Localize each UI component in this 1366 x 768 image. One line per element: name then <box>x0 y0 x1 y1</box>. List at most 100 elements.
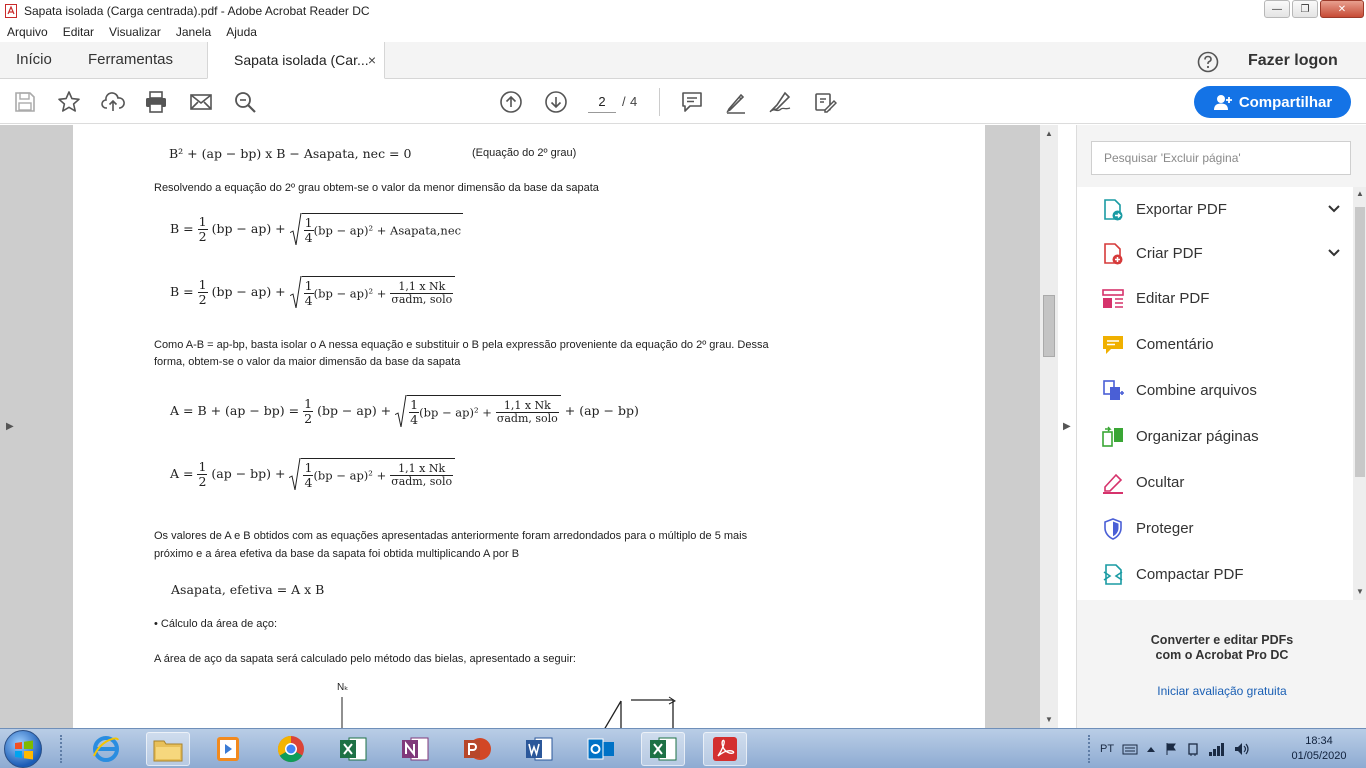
system-tray: PT <box>1100 729 1250 768</box>
star-icon[interactable] <box>57 90 81 114</box>
frac-den: 4 <box>304 230 313 246</box>
scroll-up-icon[interactable]: ▲ <box>1356 189 1364 198</box>
add-user-icon <box>1213 95 1232 110</box>
print-icon[interactable] <box>144 90 168 114</box>
promo-line-1: Converter e editar PDFs <box>1150 633 1294 647</box>
tool-proteger[interactable]: Proteger <box>1077 509 1353 549</box>
network-icon[interactable] <box>1208 742 1226 756</box>
login-button[interactable]: Fazer logon <box>1248 52 1338 70</box>
start-button[interactable] <box>4 730 42 768</box>
menu-ajuda[interactable]: Ajuda <box>219 25 265 39</box>
volume-icon[interactable] <box>1234 742 1250 756</box>
onenote-icon[interactable] <box>393 732 437 766</box>
eq-term: (bp − ap)² + Asapata,nec <box>313 223 462 238</box>
tool-combine-arquivos[interactable]: Combine arquivos <box>1077 371 1353 411</box>
scroll-up-icon[interactable]: ▲ <box>1045 129 1053 138</box>
arrow-down-icon[interactable] <box>544 90 568 114</box>
fraction: 12 <box>303 395 314 427</box>
frac-den: σadm, solo <box>496 412 558 426</box>
upload-icon[interactable] <box>101 90 125 114</box>
arrow-up-icon[interactable] <box>499 90 523 114</box>
tab-home[interactable]: Início <box>16 51 52 68</box>
document-viewport[interactable]: ▶ B² + (ap − bp) x B − Asapata, nec = 0 … <box>0 125 1058 728</box>
eq-term: (bp − ap)² + <box>313 286 387 301</box>
internet-explorer-icon[interactable] <box>84 732 128 766</box>
edit-icon[interactable] <box>813 90 837 114</box>
menu-bar: Arquivo Editar Visualizar Janela Ajuda <box>0 22 1366 42</box>
frac-den: 4 <box>410 412 419 428</box>
language-indicator[interactable]: PT <box>1100 743 1114 755</box>
close-tab-icon[interactable]: × <box>368 52 376 68</box>
chevron-down-icon[interactable] <box>1327 246 1341 260</box>
clock[interactable]: 18:34 01/05/2020 <box>1288 734 1350 764</box>
chevron-down-icon[interactable] <box>1327 202 1341 216</box>
tool-ocultar[interactable]: Ocultar <box>1077 463 1353 503</box>
redact-icon <box>1103 473 1123 494</box>
square-root: 1 4 (bp − ap)² + 1,1 x Nk σadm, solo <box>289 458 456 491</box>
document-scrollbar[interactable]: ▲ ▼ <box>1040 125 1058 728</box>
create-pdf-icon <box>1104 243 1123 265</box>
tab-tools[interactable]: Ferramentas <box>88 51 173 68</box>
file-explorer-icon[interactable] <box>146 732 190 766</box>
maximize-button[interactable]: ❐ <box>1292 0 1318 18</box>
tool-editar-pdf[interactable]: Editar PDF <box>1077 279 1353 319</box>
eq-term: (ap − bp) + <box>211 465 286 481</box>
frac-num: 1,1 x Nk <box>390 462 454 477</box>
show-hidden-icons-icon[interactable] <box>1146 745 1156 753</box>
free-trial-link[interactable]: Iniciar avaliação gratuita <box>1077 684 1366 698</box>
device-icon[interactable] <box>1186 742 1200 756</box>
menu-arquivo[interactable]: Arquivo <box>0 25 56 39</box>
collapse-right-pane-icon[interactable]: ▶ <box>1063 421 1071 432</box>
minimize-button[interactable]: — <box>1264 0 1290 18</box>
collapse-left-pane-icon[interactable]: ▶ <box>6 421 14 432</box>
zoom-icon[interactable] <box>233 90 257 114</box>
equation-b-2: B = 12 (bp − ap) + 1 4 (bp − ap)² + 1,1 x … <box>170 276 456 309</box>
tool-criar-pdf[interactable]: Criar PDF <box>1077 234 1353 274</box>
menu-janela[interactable]: Janela <box>169 25 219 39</box>
share-button-label: Compartilhar <box>1238 93 1333 111</box>
windows-logo-icon <box>15 740 33 760</box>
eq-term: (bp − ap)² + <box>313 468 387 483</box>
scroll-down-icon[interactable]: ▼ <box>1356 587 1364 596</box>
taskbar-separator <box>1088 735 1092 763</box>
keyboard-icon[interactable] <box>1122 743 1138 755</box>
tab-document[interactable]: Sapata isolada (Car... × <box>207 42 385 79</box>
tool-organizar-paginas[interactable]: Organizar páginas <box>1077 417 1353 457</box>
tool-exportar-pdf[interactable]: Exportar PDF <box>1077 190 1353 230</box>
acrobat-icon[interactable] <box>703 732 747 766</box>
share-button[interactable]: Compartilhar <box>1194 86 1351 118</box>
action-center-flag-icon[interactable] <box>1164 742 1178 756</box>
comment-icon <box>1103 336 1123 354</box>
paragraph-4: A área de aço da sapata será calculado p… <box>154 653 576 665</box>
export-pdf-icon <box>1104 199 1123 221</box>
scrollbar-thumb[interactable] <box>1355 207 1365 477</box>
save-icon[interactable] <box>13 90 37 114</box>
fraction: 14 <box>303 278 314 309</box>
media-player-icon[interactable] <box>206 732 250 766</box>
menu-visualizar[interactable]: Visualizar <box>102 25 169 39</box>
chrome-icon[interactable] <box>269 732 313 766</box>
email-icon[interactable] <box>189 90 213 114</box>
tools-scrollbar[interactable]: ▲ ▼ <box>1353 187 1366 600</box>
powerpoint-icon[interactable] <box>455 732 499 766</box>
radical-sign <box>395 395 408 428</box>
fraction: 14 <box>303 460 314 491</box>
tools-search-input[interactable]: Pesquisar 'Excluir página' <box>1091 141 1351 175</box>
tool-compactar-pdf[interactable]: Compactar PDF <box>1077 555 1353 595</box>
toolbar-divider <box>659 88 660 116</box>
outlook-icon[interactable] <box>579 732 623 766</box>
comment-icon[interactable] <box>680 90 704 114</box>
scroll-down-icon[interactable]: ▼ <box>1045 715 1053 724</box>
excel-icon[interactable] <box>641 732 685 766</box>
word-icon[interactable] <box>517 732 561 766</box>
tool-comentario[interactable]: Comentário <box>1077 325 1353 365</box>
frac-num: 1 <box>303 395 314 412</box>
page-number-input[interactable]: 2 <box>588 91 616 113</box>
pen-icon[interactable] <box>724 90 748 114</box>
close-window-button[interactable]: ✕ <box>1320 0 1364 18</box>
help-icon[interactable] <box>1197 51 1219 73</box>
sign-icon[interactable] <box>768 90 792 114</box>
scrollbar-thumb[interactable] <box>1043 295 1055 357</box>
menu-editar[interactable]: Editar <box>56 25 102 39</box>
excel-icon[interactable] <box>331 732 375 766</box>
